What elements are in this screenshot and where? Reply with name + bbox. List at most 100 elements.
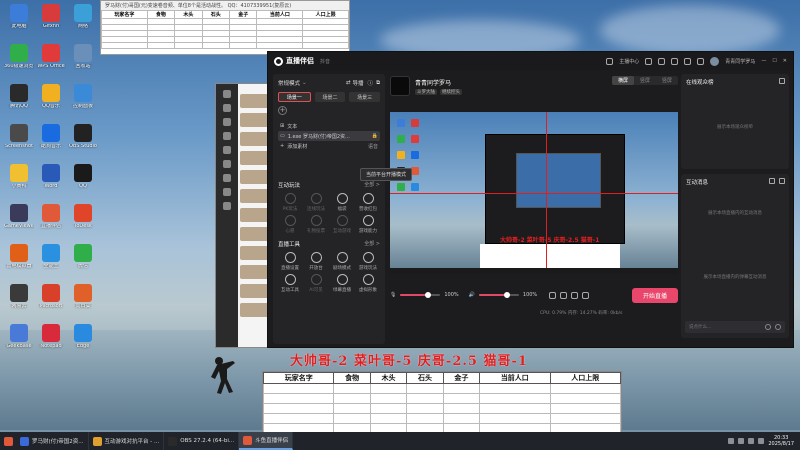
desktop-icon[interactable]: GameViewer bbox=[4, 204, 34, 230]
add-source-row[interactable]: + 添加素材 语音 bbox=[278, 141, 380, 151]
column-header[interactable]: 木头 bbox=[174, 10, 203, 19]
desktop-icon[interactable]: 全能王 bbox=[36, 244, 66, 270]
table-cell[interactable] bbox=[262, 393, 335, 404]
desktop-icon[interactable]: 腾讯QQ bbox=[4, 84, 34, 110]
column-header[interactable]: 金子 bbox=[442, 372, 481, 384]
desktop-icon[interactable]: 网络 bbox=[68, 4, 98, 30]
table-cell[interactable] bbox=[333, 393, 371, 404]
desktop-icon[interactable]: Edge bbox=[68, 324, 98, 350]
live-tools-more-link[interactable]: 全部 > bbox=[364, 240, 380, 248]
add-source-button[interactable]: 添加素材 bbox=[287, 143, 307, 150]
table-cell[interactable] bbox=[256, 42, 304, 49]
tool-item[interactable]: PK玩法 bbox=[278, 193, 302, 212]
tool-item[interactable]: 礼物投票 bbox=[304, 215, 328, 234]
thumbnail[interactable] bbox=[240, 284, 269, 298]
streaming-app-window[interactable]: 直播伴侣 抖音 主播中心 青青同学罗马 — ☐ ✕ 常规模式 ⌄ ⇄ 导播 ⓘ … bbox=[267, 51, 794, 348]
desktop-icon[interactable]: 控制面板 bbox=[68, 84, 98, 110]
tool-item[interactable]: 互动游戏 bbox=[330, 215, 354, 234]
live-center-icon[interactable] bbox=[606, 57, 614, 65]
camera-icon[interactable] bbox=[549, 291, 557, 299]
taskbar-task[interactable]: OBS 27.2.4 (64-bi... bbox=[164, 432, 240, 450]
send-icon[interactable] bbox=[775, 324, 781, 330]
tool-item[interactable]: 游戏玩法 bbox=[356, 252, 380, 271]
table-cell[interactable] bbox=[442, 413, 481, 424]
tool-item[interactable]: 虚拟形象 bbox=[356, 274, 380, 293]
message-icon[interactable] bbox=[645, 57, 653, 65]
help-icon[interactable]: ⓘ bbox=[368, 79, 374, 87]
live-center-link[interactable]: 主播中心 bbox=[619, 58, 639, 65]
thumbnail[interactable] bbox=[240, 94, 269, 108]
orientation-portrait-alt[interactable]: 竖屏 bbox=[656, 76, 678, 85]
rail-icon[interactable] bbox=[223, 174, 231, 182]
thumbnail[interactable] bbox=[240, 303, 269, 317]
desktop-icon[interactable]: 网易云 bbox=[4, 284, 34, 310]
table-cell[interactable] bbox=[146, 42, 176, 49]
desktop-icon[interactable]: QQ bbox=[68, 164, 98, 190]
column-header[interactable]: 金子 bbox=[229, 10, 258, 19]
column-header[interactable]: 当前人口 bbox=[256, 10, 304, 19]
speaker-volume-knob[interactable] bbox=[503, 292, 510, 298]
table-cell[interactable] bbox=[333, 383, 371, 394]
clock[interactable]: 20:33 2025/8/17 bbox=[768, 435, 794, 447]
taskbar-task[interactable]: 斗鱼直播伴侣 bbox=[239, 432, 294, 450]
table-cell[interactable] bbox=[406, 393, 444, 404]
table-cell[interactable] bbox=[201, 42, 231, 49]
speaker-icon[interactable]: 🔊 bbox=[469, 292, 475, 298]
user-name[interactable]: 青青同学罗马 bbox=[725, 58, 755, 65]
table-cell[interactable] bbox=[369, 393, 408, 404]
desktop-icon[interactable]: Screenshot bbox=[4, 124, 34, 150]
gear-icon[interactable] bbox=[582, 291, 590, 299]
desktop-icon[interactable]: 此电脑 bbox=[4, 4, 34, 30]
table-cell[interactable] bbox=[406, 413, 444, 424]
table-cell[interactable] bbox=[333, 413, 371, 424]
source-group-header[interactable]: ⊞ 文本 bbox=[278, 121, 380, 131]
microphone-icon[interactable]: 🎙 bbox=[390, 292, 396, 298]
tool-item[interactable]: 福袋 bbox=[330, 193, 354, 212]
desktop-icon[interactable]: ToDesk bbox=[68, 204, 98, 230]
table-row[interactable] bbox=[262, 403, 622, 414]
tool-item[interactable]: AI可见 bbox=[304, 274, 328, 293]
stream-preview[interactable]: 大帅哥-2 菜叶哥-5 庆哥-2.5 猫哥-1 bbox=[390, 112, 678, 274]
start-live-button[interactable]: 开始直播 bbox=[632, 287, 678, 303]
column-header[interactable]: 木头 bbox=[369, 372, 408, 384]
table-cell[interactable] bbox=[369, 403, 408, 414]
orientation-landscape[interactable]: 横屏 bbox=[611, 76, 634, 85]
column-header[interactable]: 玩家名字 bbox=[101, 10, 148, 19]
desktop-icon[interactable]: 360极速浏览器 bbox=[4, 44, 34, 70]
lock-icon[interactable]: 🔒 bbox=[372, 133, 378, 139]
rail-icon[interactable] bbox=[223, 146, 231, 154]
tool-item[interactable]: 绿幕直播 bbox=[330, 274, 354, 293]
rail-icon[interactable] bbox=[223, 202, 231, 210]
import-icon[interactable]: ⇄ bbox=[346, 80, 351, 86]
orientation-portrait[interactable]: 竖屏 bbox=[634, 76, 656, 85]
table-cell[interactable] bbox=[406, 403, 444, 414]
popout-icon[interactable]: ⧉ bbox=[376, 80, 380, 87]
table-cell[interactable] bbox=[479, 403, 551, 414]
thumbnail[interactable] bbox=[240, 265, 269, 279]
help-icon[interactable] bbox=[671, 57, 679, 65]
streamer-tag[interactable]: 继续控头 bbox=[440, 88, 462, 95]
column-header[interactable]: 食物 bbox=[333, 372, 371, 384]
desktop-icon[interactable]: Word bbox=[36, 164, 66, 190]
emoji-icon[interactable] bbox=[765, 324, 771, 330]
bottom-spreadsheet[interactable]: 玩家名字 食物 木头 石头 金子 当前人口 人口上限 bbox=[262, 371, 622, 434]
table-cell[interactable] bbox=[101, 42, 148, 49]
desktop-icon[interactable]: QQ音乐 bbox=[36, 84, 66, 110]
rail-icon[interactable] bbox=[223, 188, 231, 196]
table-cell[interactable] bbox=[302, 42, 349, 49]
column-header[interactable]: 食物 bbox=[146, 10, 176, 19]
scene-tab-3[interactable]: 场景三 bbox=[349, 92, 381, 102]
table-cell[interactable] bbox=[369, 383, 408, 394]
table-cell[interactable] bbox=[333, 403, 371, 414]
mic-volume-knob[interactable] bbox=[425, 292, 432, 298]
settings-icon[interactable] bbox=[684, 57, 692, 65]
thumbnail[interactable] bbox=[240, 151, 269, 165]
desktop-icon[interactable]: OBS Studio bbox=[68, 124, 98, 150]
column-header[interactable]: 玩家名字 bbox=[262, 372, 335, 384]
table-cell[interactable] bbox=[262, 403, 335, 414]
table-cell[interactable] bbox=[549, 393, 622, 404]
popout-icon[interactable] bbox=[779, 78, 785, 84]
tray-icon[interactable] bbox=[738, 438, 745, 444]
desktop-icon[interactable]: WPS Office bbox=[36, 44, 66, 70]
table-cell[interactable] bbox=[229, 42, 258, 49]
